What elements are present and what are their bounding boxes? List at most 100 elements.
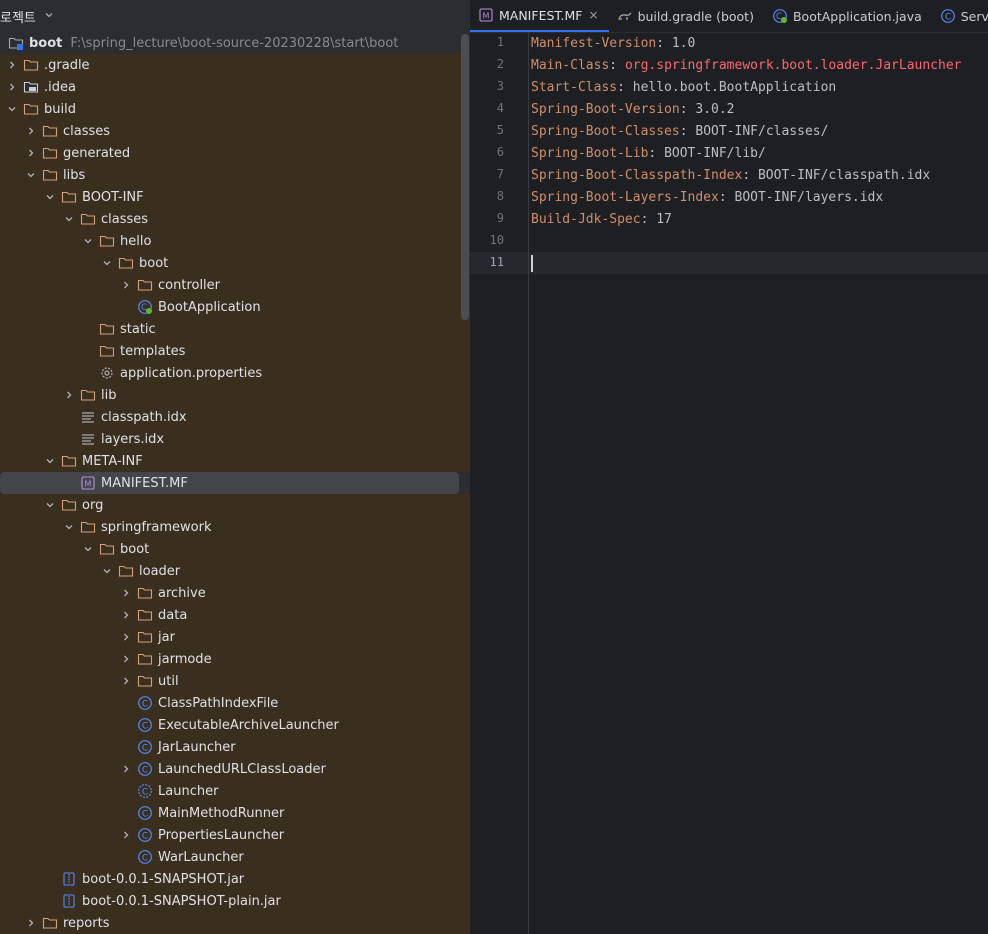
- tree-item-classes[interactable]: classes: [0, 208, 470, 230]
- tree-item-bootapplication[interactable]: C BootApplication: [0, 296, 470, 318]
- folder-icon: [42, 915, 58, 931]
- tree-item-label: .idea: [44, 79, 76, 95]
- tree-item-util[interactable]: util: [0, 670, 470, 692]
- tree-item-templates[interactable]: templates: [0, 340, 470, 362]
- tree-item-org[interactable]: org: [0, 494, 470, 516]
- tab-label: build.gradle (boot): [637, 8, 754, 24]
- chevron-down-icon[interactable]: [5, 98, 19, 120]
- project-panel-title: 로젝트: [0, 10, 36, 26]
- chevron-down-icon[interactable]: [44, 9, 54, 23]
- chevron-right-icon[interactable]: [119, 604, 133, 626]
- svg-text:M: M: [85, 479, 92, 488]
- chevron-right-icon[interactable]: [119, 670, 133, 692]
- tree-item-generated[interactable]: generated: [0, 142, 470, 164]
- tree-item-mainmethodrunner[interactable]: C MainMethodRunner: [0, 802, 470, 824]
- chevron-right-icon[interactable]: [119, 582, 133, 604]
- tree-item-label: build: [44, 101, 76, 117]
- tree-item-controller[interactable]: controller: [0, 274, 470, 296]
- tree-item-archive[interactable]: archive: [0, 582, 470, 604]
- tree-item-data[interactable]: data: [0, 604, 470, 626]
- tree-item-jarlauncher[interactable]: C JarLauncher: [0, 736, 470, 758]
- tree-item-boot-0-0-1-snapshot-plain-jar[interactable]: boot-0.0.1-SNAPSHOT-plain.jar: [0, 890, 470, 912]
- tree-item-jarmode[interactable]: jarmode: [0, 648, 470, 670]
- tree-item-manifest-mf[interactable]: M MANIFEST.MF: [0, 472, 459, 494]
- chevron-down-icon[interactable]: [62, 516, 76, 538]
- tree-item-loader[interactable]: loader: [0, 560, 470, 582]
- tree-item-springframework[interactable]: springframework: [0, 516, 470, 538]
- chevron-down-icon[interactable]: [24, 164, 38, 186]
- chevron-down-icon[interactable]: [81, 538, 95, 560]
- chevron-down-icon[interactable]: [62, 208, 76, 230]
- chevron-right-icon[interactable]: [24, 912, 38, 934]
- chevron-right-icon[interactable]: [119, 274, 133, 296]
- tree-item-propertieslauncher[interactable]: C PropertiesLauncher: [0, 824, 470, 846]
- tree-item-static[interactable]: static: [0, 318, 470, 340]
- close-icon[interactable]: ×: [589, 8, 599, 22]
- chevron-down-icon[interactable]: [43, 494, 57, 516]
- tree-item-boot-0-0-1-snapshot-jar[interactable]: boot-0.0.1-SNAPSHOT.jar: [0, 868, 470, 890]
- tree-item-lib[interactable]: lib: [0, 384, 470, 406]
- line-number: 10: [489, 233, 504, 247]
- tree-item-layers-idx[interactable]: layers.idx: [0, 428, 470, 450]
- tree-item-boot[interactable]: boot: [0, 252, 470, 274]
- tree-item-boot-inf[interactable]: BOOT-INF: [0, 186, 470, 208]
- tree-item-classpathindexfile[interactable]: C ClassPathIndexFile: [0, 692, 470, 714]
- chevron-right-icon[interactable]: [5, 76, 19, 98]
- tree-item-meta-inf[interactable]: META-INF: [0, 450, 470, 472]
- project-panel-header[interactable]: 로젝트: [0, 0, 470, 32]
- tab-manifest-mf[interactable]: M MANIFEST.MF ×: [470, 0, 609, 32]
- tree-item-label: springframework: [101, 519, 212, 535]
- code-line: Spring-Boot-Classes: BOOT-INF/classes/: [531, 120, 828, 142]
- tree-item-hello[interactable]: hello: [0, 230, 470, 252]
- gear-icon: [99, 365, 115, 381]
- folder-icon: [99, 321, 115, 337]
- tree-item-launchedurlclassloader[interactable]: C LaunchedURLClassLoader: [0, 758, 470, 780]
- tree-item-classes[interactable]: classes: [0, 120, 470, 142]
- folder-icon: [137, 585, 153, 601]
- tree-item-jar[interactable]: jar: [0, 626, 470, 648]
- chevron-right-icon[interactable]: [119, 824, 133, 846]
- folder-icon: [99, 541, 115, 557]
- chevron-right-icon[interactable]: [5, 54, 19, 76]
- tree-item-label: boot: [139, 255, 169, 271]
- tree-item-warlauncher[interactable]: C WarLauncher: [0, 846, 470, 868]
- chevron-down-icon[interactable]: [100, 560, 114, 582]
- tree-item-classpath-idx[interactable]: classpath.idx: [0, 406, 470, 428]
- tree-item-reports[interactable]: reports: [0, 912, 470, 934]
- tree-scrollbar[interactable]: [461, 34, 469, 320]
- tree-item-label: ClassPathIndexFile: [158, 695, 279, 711]
- tree-item-launcher[interactable]: C Launcher: [0, 780, 470, 802]
- chevron-down-icon[interactable]: [100, 252, 114, 274]
- tree-item-application-properties[interactable]: application.properties: [0, 362, 470, 384]
- tree-item-gradle[interactable]: .gradle: [0, 54, 470, 76]
- tree-item-idea[interactable]: .idea: [0, 76, 470, 98]
- chevron-right-icon[interactable]: [62, 384, 76, 406]
- manifest-key: Start-Class: [531, 79, 618, 95]
- chevron-right-icon[interactable]: [24, 142, 38, 164]
- chevron-right-icon[interactable]: [24, 120, 38, 142]
- tab-servletwe[interactable]: C ServletWe: [932, 0, 988, 32]
- chevron-right-icon[interactable]: [119, 758, 133, 780]
- tree-item-build[interactable]: build: [0, 98, 470, 120]
- chevron-down-icon[interactable]: [81, 230, 95, 252]
- chevron-down-icon[interactable]: [43, 450, 57, 472]
- folder-icon: [61, 497, 77, 513]
- tree-root[interactable]: boot F:\spring_lecture\boot-source-20230…: [0, 32, 470, 54]
- chevron-down-icon[interactable]: [43, 186, 57, 208]
- tree-item-libs[interactable]: libs: [0, 164, 470, 186]
- tree-item-boot[interactable]: boot: [0, 538, 470, 560]
- tab-build-gradle-boot[interactable]: build.gradle (boot): [609, 0, 764, 32]
- java-class-icon: C: [137, 805, 153, 821]
- text-file-icon: [80, 409, 96, 425]
- tree-item-executablearchivelauncher[interactable]: C ExecutableArchiveLauncher: [0, 714, 470, 736]
- manifest-value: hello.boot.BootApplication: [632, 79, 837, 95]
- editor-area: M MANIFEST.MF × build.gradle (boot) C BootApp…: [470, 0, 988, 934]
- code-line: Start-Class: hello.boot.BootApplication: [531, 76, 836, 98]
- chevron-right-icon[interactable]: [119, 626, 133, 648]
- chevron-right-icon[interactable]: [119, 648, 133, 670]
- tab-bootapplication-java[interactable]: C BootApplication.java: [764, 0, 932, 32]
